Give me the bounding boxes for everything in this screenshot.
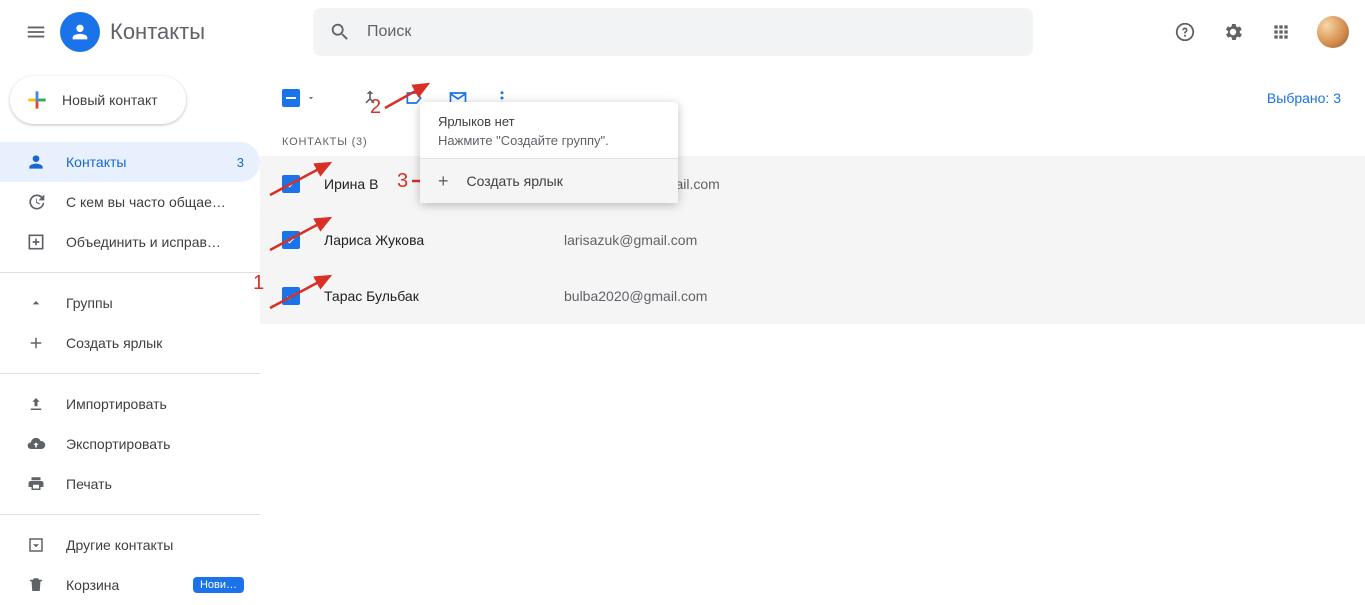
- new-badge: Нови…: [193, 577, 244, 593]
- plus-icon: +: [438, 171, 449, 192]
- sidebar-item-label: Корзина: [66, 577, 193, 593]
- plus-icon: [26, 333, 46, 353]
- annotation-arrow: [265, 268, 340, 313]
- sidebar-item-label: Создать ярлык: [66, 335, 244, 351]
- sidebar-item-import[interactable]: Импортировать: [0, 384, 260, 424]
- sidebar-item-label: Импортировать: [66, 396, 244, 412]
- settings-button[interactable]: [1213, 12, 1253, 52]
- print-icon: [26, 474, 46, 494]
- annotation-arrow: [265, 155, 340, 200]
- app-header: Контакты Поиск: [0, 0, 1365, 64]
- cloud-upload-icon: [26, 434, 46, 454]
- sidebar-item-merge[interactable]: Объединить и исправ…: [0, 222, 260, 262]
- sidebar-item-label: Группы: [66, 295, 244, 311]
- archive-icon: [26, 535, 46, 555]
- sidebar-item-export[interactable]: Экспортировать: [0, 424, 260, 464]
- sidebar-item-label: Экспортировать: [66, 436, 244, 452]
- sidebar-item-other[interactable]: Другие контакты: [0, 525, 260, 565]
- sidebar-item-label: Другие контакты: [66, 537, 244, 553]
- sidebar: Новый контакт Контакты 3 С кем вы часто …: [0, 64, 260, 600]
- search-icon: [329, 21, 351, 43]
- chevron-up-icon: [26, 293, 46, 313]
- contact-row[interactable]: Тарас Бульбак bulba2020@gmail.com: [260, 268, 1365, 324]
- contact-email: bulba2020@gmail.com: [564, 288, 707, 304]
- main-content: Выбрано: 3 КОНТАКТЫ (3) Ирина В 4@gmail.…: [260, 64, 1365, 600]
- gear-icon: [1222, 21, 1244, 43]
- hamburger-icon: [25, 21, 47, 43]
- label-popup: Ярлыков нет Нажмите "Создайте группу". +…: [420, 102, 678, 203]
- merge-icon: [26, 232, 46, 252]
- create-contact-button[interactable]: Новый контакт: [10, 76, 186, 124]
- apps-grid-icon: [1271, 22, 1291, 42]
- sidebar-item-frequent[interactable]: С кем вы часто общае…: [0, 182, 260, 222]
- popup-subtitle: Нажмите "Создайте группу".: [438, 133, 660, 148]
- help-icon: [1174, 21, 1196, 43]
- popup-create-label[interactable]: + Создать ярлык: [420, 159, 678, 203]
- user-avatar[interactable]: [1317, 16, 1349, 48]
- contact-name: Тарас Бульбак: [324, 288, 564, 304]
- sidebar-item-trash[interactable]: Корзина Нови…: [0, 565, 260, 605]
- search-placeholder: Поиск: [367, 23, 411, 41]
- header-actions: [1165, 12, 1349, 52]
- help-button[interactable]: [1165, 12, 1205, 52]
- trash-icon: [26, 575, 46, 595]
- selected-count: Выбрано: 3: [1267, 90, 1341, 106]
- create-contact-label: Новый контакт: [62, 92, 158, 108]
- annotation-number-2: 2: [370, 96, 381, 119]
- apps-button[interactable]: [1261, 12, 1301, 52]
- contact-email: larisazuk@gmail.com: [564, 232, 697, 248]
- annotation-number-1: 1: [253, 272, 264, 295]
- sidebar-item-create-label[interactable]: Создать ярлык: [0, 323, 260, 363]
- sidebar-item-groups[interactable]: Группы: [0, 283, 260, 323]
- app-title: Контакты: [110, 19, 205, 45]
- app-logo: [60, 12, 100, 52]
- person-icon: [69, 21, 91, 43]
- history-icon: [26, 192, 46, 212]
- annotation-arrow: [265, 210, 340, 255]
- annotation-number-3: 3: [397, 170, 408, 193]
- sidebar-item-contacts[interactable]: Контакты 3: [0, 142, 260, 182]
- popup-title: Ярлыков нет: [438, 114, 660, 129]
- sidebar-item-label: Печать: [66, 476, 244, 492]
- select-dropdown-caret[interactable]: [306, 93, 316, 103]
- sidebar-item-print[interactable]: Печать: [0, 464, 260, 504]
- sidebar-item-label: С кем вы часто общае…: [66, 194, 244, 210]
- sidebar-item-label: Контакты: [66, 154, 237, 170]
- contact-row[interactable]: Лариса Жукова larisazuk@gmail.com: [260, 212, 1365, 268]
- plus-multicolor-icon: [24, 87, 50, 113]
- popup-create-label-text: Создать ярлык: [467, 173, 563, 189]
- main-menu-button[interactable]: [16, 12, 56, 52]
- person-outline-icon: [26, 152, 46, 172]
- search-bar[interactable]: Поиск: [313, 8, 1033, 56]
- sidebar-item-count: 3: [237, 155, 244, 170]
- select-all-checkbox[interactable]: [282, 89, 300, 107]
- contact-name: Лариса Жукова: [324, 232, 564, 248]
- sidebar-item-label: Объединить и исправ…: [66, 234, 244, 250]
- upload-icon: [26, 394, 46, 414]
